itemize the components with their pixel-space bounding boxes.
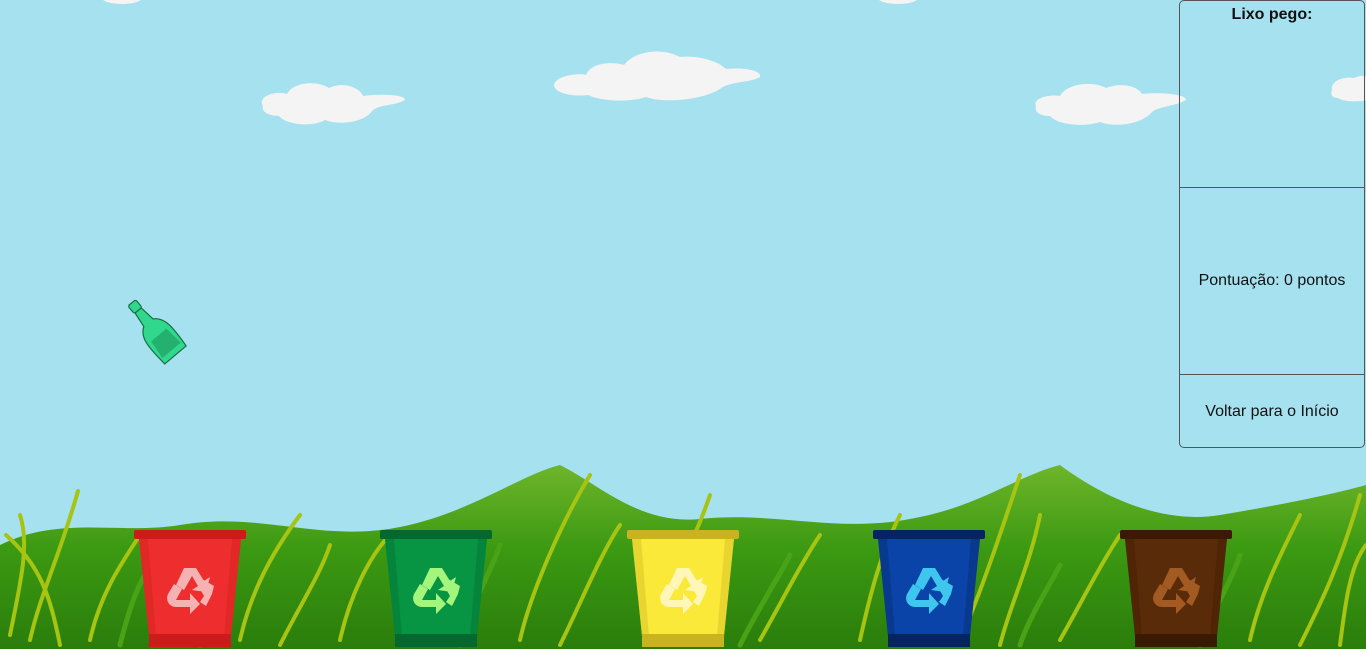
score-unit: pontos — [1297, 272, 1346, 289]
bin-brown[interactable] — [1120, 528, 1232, 649]
side-panel: Lixo pego: Pontuação: 0 pontos Voltar pa… — [1179, 0, 1365, 448]
game-scene — [0, 0, 1366, 649]
caught-trash-section: Lixo pego: — [1180, 1, 1364, 188]
recycle-bin-icon — [873, 530, 985, 647]
back-to-start-label: Voltar para o Início — [1205, 402, 1339, 420]
bin-yellow[interactable] — [627, 528, 739, 649]
score-display: Pontuação: 0 pontos — [1199, 272, 1346, 290]
caught-trash-title: Lixo pego: — [1231, 6, 1313, 23]
bin-green[interactable] — [380, 528, 492, 649]
back-to-start-button[interactable]: Voltar para o Início — [1180, 375, 1364, 448]
recycle-bin-icon — [627, 530, 739, 647]
score-section: Pontuação: 0 pontos — [1180, 188, 1364, 375]
recycling-bins — [0, 0, 1366, 649]
score-label: Pontuação: — [1198, 272, 1280, 289]
recycle-bin-icon — [134, 530, 246, 647]
bin-red[interactable] — [134, 528, 246, 649]
recycle-bin-icon — [1120, 530, 1232, 647]
glass-bottle-icon[interactable] — [116, 290, 194, 368]
recycle-bin-icon — [380, 530, 492, 647]
bin-blue[interactable] — [873, 528, 985, 649]
score-value: 0 — [1284, 272, 1293, 289]
